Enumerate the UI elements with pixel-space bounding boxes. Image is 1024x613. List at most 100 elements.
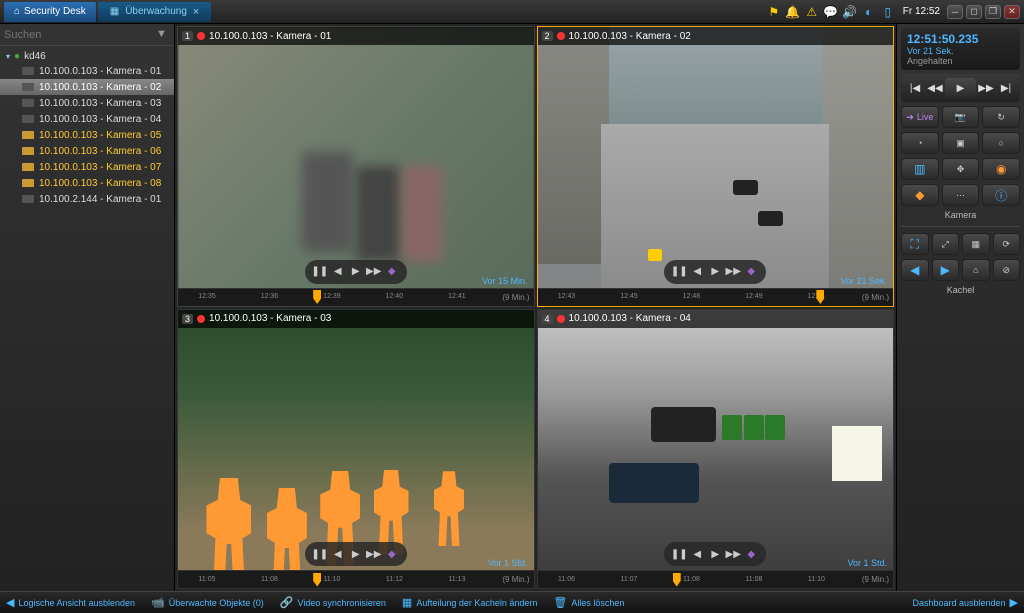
next-tile-button[interactable]: ▶ <box>932 259 960 281</box>
camera-label: 10.100.0.103 - Kamera - 03 <box>39 98 161 109</box>
tile-title: 10.100.0.103 - Kamera - 04 <box>569 313 691 324</box>
camera-mode-button[interactable]: 📷 <box>942 106 980 128</box>
timeline-track[interactable]: 12:4312:4512:4812:4912:51 <box>542 290 854 304</box>
alarm-button[interactable]: ◆ <box>901 184 939 206</box>
tree-root[interactable]: ▾ ● kd46 <box>0 50 174 63</box>
pause-button[interactable]: ❚❚ <box>311 263 329 281</box>
camera-icon <box>22 179 34 187</box>
ptz-button[interactable]: ✥ <box>942 158 980 180</box>
clear-tile-button[interactable]: ⊘ <box>993 259 1021 281</box>
chat-icon[interactable]: 💬 <box>823 4 839 20</box>
skip-start-button[interactable]: |◀ <box>905 78 925 98</box>
step-fwd-button[interactable]: ▶▶ <box>365 545 383 563</box>
tile-timeline[interactable]: 12:4312:4512:4812:4912:51 (9 Min.) <box>538 288 894 306</box>
timeline-playhead[interactable] <box>816 290 824 304</box>
change-layout[interactable]: ▦Aufteilung der Kacheln ändern <box>402 596 538 609</box>
bookmark-button[interactable]: ◆ <box>742 545 760 563</box>
globe-button[interactable]: ◉ <box>982 158 1020 180</box>
forward-button[interactable]: ▶▶ <box>976 78 996 98</box>
snapshot-button[interactable]: ▣ <box>942 132 980 154</box>
timeline-track[interactable]: 12:3512:3612:3912:4012:41 <box>182 290 494 304</box>
play-button[interactable]: ▶ <box>347 545 365 563</box>
sync-icon[interactable]: ◐ <box>861 4 877 20</box>
play-button[interactable]: ▶ <box>706 545 724 563</box>
live-button[interactable]: ➔Live <box>901 106 939 128</box>
toggle-logical-view[interactable]: ◀Logische Ansicht ausblenden <box>6 596 135 609</box>
tile-timeline[interactable]: 11:0511:0811:1011:1211:13 (9 Min.) <box>178 570 534 588</box>
grid-button[interactable]: ▦ <box>962 233 990 255</box>
pause-button[interactable]: ❚❚ <box>670 263 688 281</box>
tile-timeline[interactable]: 12:3512:3612:3912:4012:41 (9 Min.) <box>178 288 534 306</box>
play-button[interactable]: ▶ <box>945 78 976 98</box>
timeline-playhead[interactable] <box>673 573 681 587</box>
timeline-playhead[interactable] <box>313 573 321 587</box>
options-button[interactable]: ⋯ <box>942 184 980 206</box>
minimize-button[interactable]: ─ <box>947 5 963 19</box>
close-tab-icon[interactable]: × <box>193 6 199 18</box>
video-tile[interactable]: 3 10.100.0.103 - Kamera - 03 ❚❚ ◀ ▶ ▶▶ ◆… <box>177 309 535 590</box>
volume-icon[interactable]: 🔊 <box>842 4 858 20</box>
camera-item[interactable]: 10.100.0.103 - Kamera - 02 <box>0 79 174 95</box>
tile-timeline[interactable]: 11:0611:0711:0811:0811:10 (9 Min.) <box>538 570 894 588</box>
camera-item[interactable]: 10.100.0.103 - Kamera - 08 <box>0 175 174 191</box>
expand-button[interactable]: ⤢ <box>932 233 960 255</box>
fullscreen-button[interactable]: ⛶ <box>901 233 929 255</box>
video-tile[interactable]: 1 10.100.0.103 - Kamera - 01 ❚❚ ◀ ▶ ▶▶ ◆… <box>177 26 535 307</box>
step-fwd-button[interactable]: ▶▶ <box>365 263 383 281</box>
step-fwd-button[interactable]: ▶▶ <box>724 545 742 563</box>
camera-item[interactable]: 10.100.0.103 - Kamera - 06 <box>0 143 174 159</box>
timeline-track[interactable]: 11:0511:0811:1011:1211:13 <box>182 573 494 587</box>
step-fwd-button[interactable]: ▶▶ <box>724 263 742 281</box>
home-tile-button[interactable]: ⌂ <box>962 259 990 281</box>
timeline-playhead[interactable] <box>313 290 321 304</box>
video-tile[interactable]: 4 10.100.0.103 - Kamera - 04 ❚❚ ◀ ▶ ▶▶ ◆… <box>537 309 895 590</box>
bell-icon[interactable]: 🔔 <box>785 4 801 20</box>
step-back-button[interactable]: ◀ <box>329 263 347 281</box>
warning-icon[interactable]: ⚠ <box>804 4 820 20</box>
sync-video[interactable]: 🔗Video synchronisieren <box>280 596 386 609</box>
camera-item[interactable]: 10.100.0.103 - Kamera - 01 <box>0 63 174 79</box>
camera-item[interactable]: 10.100.0.103 - Kamera - 03 <box>0 95 174 111</box>
skip-end-button[interactable]: ▶| <box>996 78 1016 98</box>
search-input[interactable] <box>4 29 156 41</box>
monitored-objects[interactable]: 📹Überwachte Objekte (0) <box>151 596 264 609</box>
step-back-button[interactable]: ◀ <box>688 263 706 281</box>
rewind-button[interactable]: ◀◀ <box>925 78 945 98</box>
playback-time: 12:51:50.235 <box>907 32 1014 46</box>
clock-button[interactable]: ◔ <box>901 132 939 154</box>
pause-button[interactable]: ❚❚ <box>311 545 329 563</box>
video-tile[interactable]: 2 10.100.0.103 - Kamera - 02 ❚❚ ◀ ▶ ▶▶ ◆… <box>537 26 895 307</box>
info-button[interactable]: ⓘ <box>982 184 1020 206</box>
toggle-dashboard[interactable]: Dashboard ausblenden▶ <box>912 596 1018 609</box>
play-button[interactable]: ▶ <box>347 263 365 281</box>
bookmark-button[interactable]: ◆ <box>742 263 760 281</box>
loop-button[interactable]: ↻ <box>982 106 1020 128</box>
timeline-track[interactable]: 11:0611:0711:0811:0811:10 <box>542 573 854 587</box>
flag-icon[interactable]: ⚑ <box>766 4 782 20</box>
bookmark-button[interactable]: ◆ <box>383 263 401 281</box>
camera-item[interactable]: 10.100.0.103 - Kamera - 05 <box>0 127 174 143</box>
restore-button[interactable]: ❐ <box>985 5 1001 19</box>
camera-label: 10.100.0.103 - Kamera - 01 <box>39 66 161 77</box>
collapse-icon[interactable]: ▾ <box>6 52 10 61</box>
close-button[interactable]: ✕ <box>1004 5 1020 19</box>
step-back-button[interactable]: ◀ <box>688 545 706 563</box>
home-tab[interactable]: ⌂ Security Desk <box>4 2 96 22</box>
monitor-button[interactable]: ▥ <box>901 158 939 180</box>
record-button[interactable]: ○ <box>982 132 1020 154</box>
camera-icon: 📹 <box>151 596 165 609</box>
refresh-button[interactable]: ⟳ <box>993 233 1021 255</box>
pause-button[interactable]: ❚❚ <box>670 545 688 563</box>
device-icon[interactable]: ▯ <box>880 4 896 20</box>
play-button[interactable]: ▶ <box>706 263 724 281</box>
step-back-button[interactable]: ◀ <box>329 545 347 563</box>
prev-tile-button[interactable]: ◀ <box>901 259 929 281</box>
camera-item[interactable]: 10.100.2.144 - Kamera - 01 <box>0 191 174 207</box>
camera-item[interactable]: 10.100.0.103 - Kamera - 04 <box>0 111 174 127</box>
camera-item[interactable]: 10.100.0.103 - Kamera - 07 <box>0 159 174 175</box>
tab-monitoring[interactable]: ▦ Überwachung × <box>98 2 212 22</box>
clear-all[interactable]: 🗑Alles löschen <box>553 596 624 609</box>
filter-icon[interactable]: ▼ <box>156 28 170 42</box>
maximize-button[interactable]: ◻ <box>966 5 982 19</box>
bookmark-button[interactable]: ◆ <box>383 545 401 563</box>
